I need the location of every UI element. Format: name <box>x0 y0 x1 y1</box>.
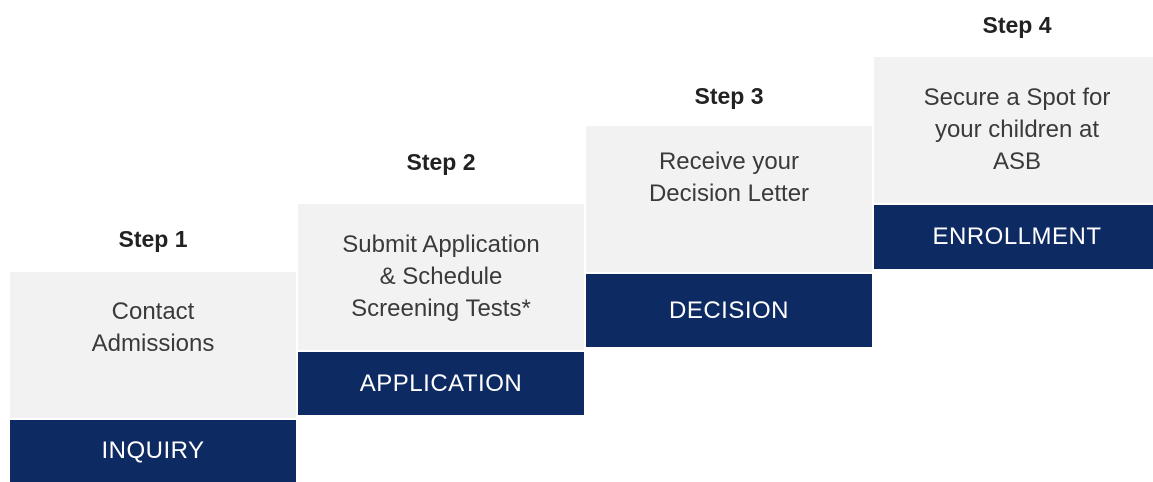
step-3-description: Receive your Decision Letter <box>586 126 872 272</box>
step-4-stage-bar: ENROLLMENT <box>874 205 1153 269</box>
step-2-label: Step 2 <box>406 149 476 175</box>
step-3-label: Step 3 <box>694 83 764 109</box>
step-4-description: Secure a Spot for your children at ASB <box>874 57 1153 203</box>
step-1-description: Contact Admissions <box>10 272 296 418</box>
step-2-stage-bar: APPLICATION <box>298 352 584 415</box>
step-1-label: Step 1 <box>118 226 188 252</box>
step-3-stage-bar: DECISION <box>586 274 872 347</box>
step-2-description: Submit Application & Schedule Screening … <box>298 204 584 350</box>
step-4-label: Step 4 <box>982 12 1052 38</box>
step-1-stage-bar: INQUIRY <box>10 420 296 482</box>
enrollment-steps-diagram: Step 1 Contact Admissions INQUIRY Step 2… <box>0 0 1153 482</box>
